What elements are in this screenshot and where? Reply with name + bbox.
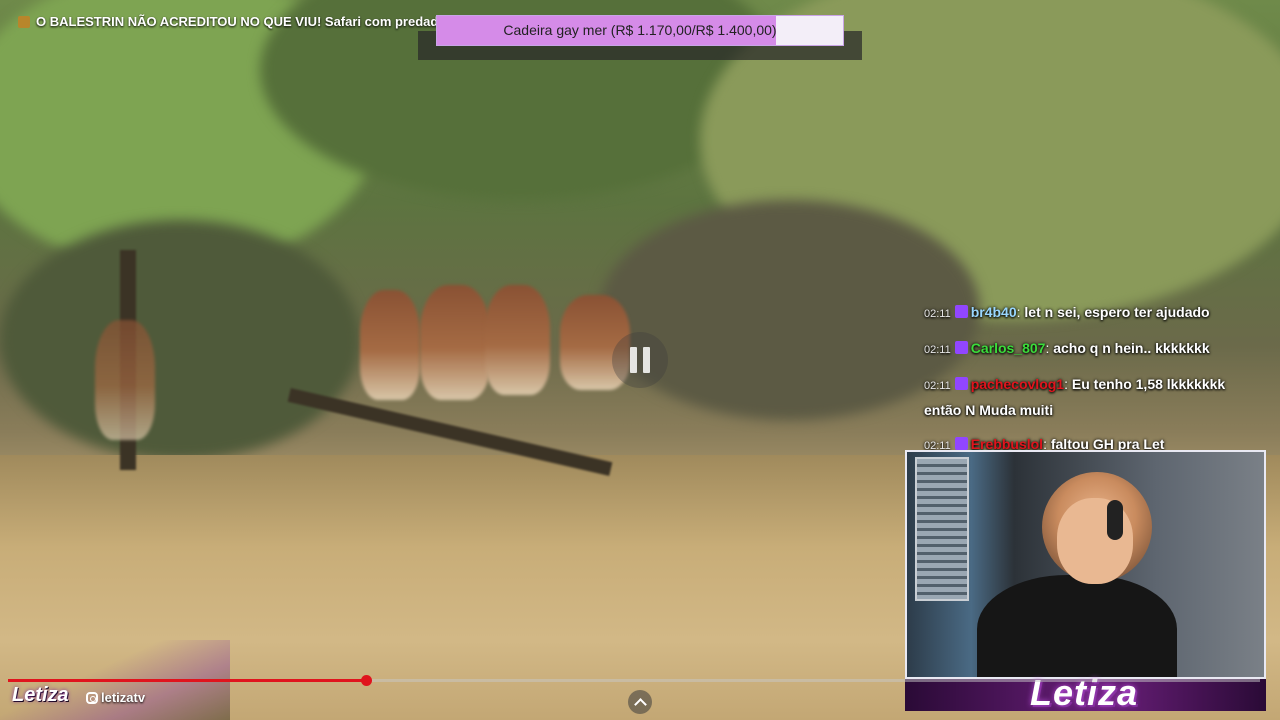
instagram-handle-text: letizatv [101,690,146,705]
pause-icon [643,347,650,373]
chat-message: 02:11 Carlos_807: acho q n hein.. kkkkkkk [924,336,1254,362]
video-progress-handle[interactable] [361,675,373,686]
donation-goal-bar: Cadeira gay mer (R$ 1.170,00/R$ 1.400,00… [436,15,844,46]
chevron-up-icon [633,697,647,711]
streamer-body [977,575,1177,677]
chat-timestamp: 02:11 [924,344,951,356]
impala [420,285,490,400]
webcam-frame [905,450,1266,679]
chat-overlay: 02:11 br4b40: let n sei, espero ter ajuda… [924,300,1254,468]
chat-message: 02:11 br4b40: let n sei, espero ter ajuda… [924,300,1254,326]
chat-message: 02:11 pachecovlog1: Eu tenho 1,58 lkkkkkk… [924,372,1254,422]
twitch-badge-icon [954,305,968,318]
video-title-icon [18,15,30,28]
chat-timestamp: 02:11 [924,380,951,392]
chat-timestamp: 02:11 [924,308,951,320]
chat-text: acho q n hein.. kkkkkkk [1053,340,1210,356]
goal-label: Cadeira gay mer (R$ 1.170,00/R$ 1.400,00… [503,22,777,38]
chat-username[interactable]: br4b40 [971,304,1017,320]
chat-text: Eu tenho 1,58 lkkkkkkk então N Muda muit… [924,376,1226,418]
twitch-badge-icon [954,437,968,450]
video-progress-fill [8,679,367,682]
impala [485,285,550,395]
instagram-icon [86,691,98,704]
expand-controls-button[interactable] [628,690,652,714]
instagram-handle[interactable]: letizatv [86,690,145,705]
video-progress-bar[interactable] [8,675,1260,686]
tree-canopy [600,200,980,420]
twitch-badge-icon [954,377,968,390]
stream-title-bar: O BALESTRIN NÃO ACREDITOU NO QUE VIU! Sa… [18,14,459,29]
headset-icon [1107,500,1123,540]
channel-logo: Letiza [12,684,69,706]
pause-icon [630,347,637,373]
impala [95,320,155,440]
impala [360,290,420,400]
chat-text: let n sei, espero ter ajudado [1024,304,1210,320]
pause-button[interactable] [612,332,668,388]
stream-title: O BALESTRIN NÃO ACREDITOU NO QUE VIU! Sa… [36,14,459,29]
streamer [947,460,1177,677]
chat-username[interactable]: pachecovlog1 [971,376,1064,392]
tree-canopy [0,220,360,460]
twitch-badge-icon [954,341,968,354]
chat-colon: : [1064,376,1072,392]
chat-username[interactable]: Carlos_807 [971,340,1046,356]
